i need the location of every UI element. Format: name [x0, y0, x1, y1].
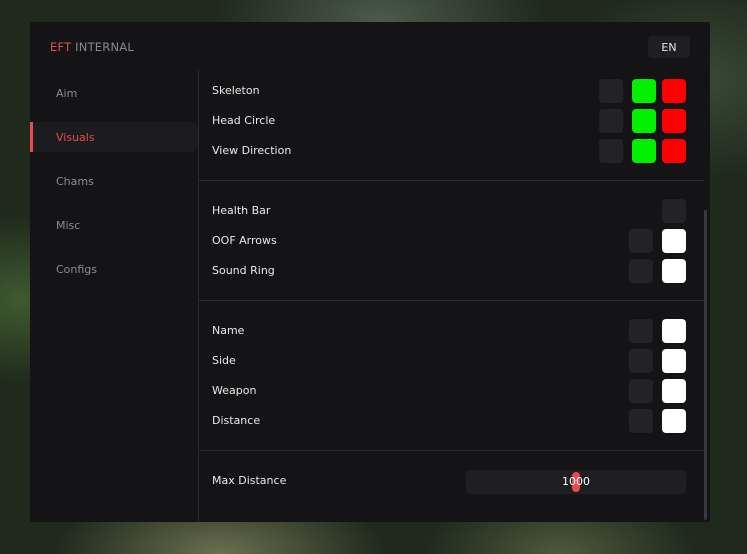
option-row-side: Side — [199, 346, 704, 376]
slider-value: 1000 — [562, 475, 590, 488]
option-label: Skeleton — [212, 84, 260, 97]
sidebar-item-chams[interactable]: Chams — [30, 166, 198, 196]
oof-arrows-checkbox[interactable] — [629, 229, 653, 253]
weapon-color-swatch[interactable] — [662, 379, 686, 403]
option-label: Max Distance — [212, 474, 287, 487]
option-row-head-circle: Head Circle — [199, 106, 704, 136]
option-row-view-direction: View Direction — [199, 136, 704, 166]
distance-checkbox[interactable] — [629, 409, 653, 433]
oof-arrows-color-swatch[interactable] — [662, 229, 686, 253]
sidebar-item-label: Misc — [56, 218, 81, 232]
sidebar-item-label: Visuals — [56, 130, 95, 144]
main-window: EFT INTERNAL EN Aim Visuals Chams Misc C… — [30, 22, 710, 522]
name-checkbox[interactable] — [629, 319, 653, 343]
option-row-name: Name — [199, 316, 704, 346]
skeleton-visible-color-swatch[interactable] — [632, 79, 656, 103]
option-row-weapon: Weapon — [199, 376, 704, 406]
sidebar-item-aim[interactable]: Aim — [30, 78, 198, 108]
option-row-oof-arrows: OOF Arrows — [199, 226, 704, 256]
skeleton-invisible-color-swatch[interactable] — [662, 79, 686, 103]
visuals-panel: Skeleton Head Circle View Direction Heal… — [199, 70, 704, 522]
head-circle-checkbox[interactable] — [599, 109, 623, 133]
brand-logo: EFT INTERNAL — [50, 40, 134, 54]
sidebar-item-visuals[interactable]: Visuals — [30, 122, 198, 152]
language-button[interactable]: EN — [648, 36, 690, 58]
option-row-sound-ring: Sound Ring — [199, 256, 704, 286]
option-label: View Direction — [212, 144, 292, 157]
option-row-distance: Distance — [199, 406, 704, 436]
side-checkbox[interactable] — [629, 349, 653, 373]
scrollbar[interactable] — [704, 210, 707, 520]
sound-ring-checkbox[interactable] — [629, 259, 653, 283]
sound-ring-color-swatch[interactable] — [662, 259, 686, 283]
brand-name: INTERNAL — [75, 40, 134, 54]
option-label: Weapon — [212, 384, 257, 397]
side-color-swatch[interactable] — [662, 349, 686, 373]
view-direction-visible-color-swatch[interactable] — [632, 139, 656, 163]
group-separator — [199, 450, 704, 451]
head-circle-invisible-color-swatch[interactable] — [662, 109, 686, 133]
head-circle-visible-color-swatch[interactable] — [632, 109, 656, 133]
sidebar-item-configs[interactable]: Configs — [30, 254, 198, 284]
option-row-skeleton: Skeleton — [199, 76, 704, 106]
option-label: Side — [212, 354, 236, 367]
view-direction-invisible-color-swatch[interactable] — [662, 139, 686, 163]
option-label: OOF Arrows — [212, 234, 277, 247]
skeleton-checkbox[interactable] — [599, 79, 623, 103]
option-label: Head Circle — [212, 114, 276, 127]
option-label: Distance — [212, 414, 261, 427]
option-row-health-bar: Health Bar — [199, 196, 704, 226]
sidebar-item-label: Chams — [56, 174, 94, 188]
sidebar-item-label: Configs — [56, 262, 98, 276]
view-direction-checkbox[interactable] — [599, 139, 623, 163]
sidebar-item-label: Aim — [56, 86, 78, 100]
brand-accent: EFT — [50, 40, 72, 54]
weapon-checkbox[interactable] — [629, 379, 653, 403]
sidebar: Aim Visuals Chams Misc Configs — [30, 70, 198, 522]
header: EFT INTERNAL EN — [30, 22, 710, 70]
option-label: Health Bar — [212, 204, 271, 217]
group-separator — [199, 180, 704, 181]
group-separator — [199, 300, 704, 301]
max-distance-slider[interactable]: 1000 — [466, 470, 686, 494]
health-bar-checkbox[interactable] — [662, 199, 686, 223]
name-color-swatch[interactable] — [662, 319, 686, 343]
option-label: Name — [212, 324, 245, 337]
sidebar-item-misc[interactable]: Misc — [30, 210, 198, 240]
distance-color-swatch[interactable] — [662, 409, 686, 433]
option-label: Sound Ring — [212, 264, 275, 277]
